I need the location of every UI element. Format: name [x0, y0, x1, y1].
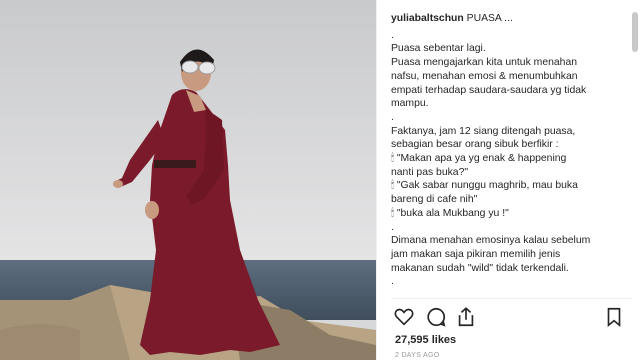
- caption-line: bareng di cafe nih": [391, 194, 478, 206]
- share-icon[interactable]: [455, 306, 477, 328]
- caption-line: Puasa mengajarkan kita untuk menahan: [391, 57, 577, 69]
- likes-count[interactable]: 27,595 likes: [395, 334, 456, 346]
- heart-icon[interactable]: [393, 306, 415, 328]
- comment-icon[interactable]: [425, 306, 447, 328]
- caption-title: PUASA ...: [466, 13, 513, 24]
- post-timestamp: 2 DAYS AGO: [395, 352, 440, 359]
- post-side-panel: yuliabaltschun PUASA ... . Puasa sebentar…: [376, 0, 640, 360]
- caption-line: 🕯 "buka ala Mukbang yu !": [391, 207, 509, 219]
- username-link[interactable]: yuliabaltschun: [391, 13, 464, 24]
- caption-body: . Puasa sebentar lagi. Puasa mengajarkan k…: [391, 29, 623, 289]
- caption-line: .: [391, 221, 394, 233]
- caption-line: sebagian besar orang sibuk berfikir :: [391, 139, 559, 151]
- caption-area: yuliabaltschun PUASA ... . Puasa sebentar…: [391, 12, 623, 298]
- caption-line: .: [391, 29, 394, 41]
- caption-line: nanti pas buka?": [391, 166, 469, 178]
- caption-line: empati terhadap saudara-saudara yg tidak: [391, 84, 587, 96]
- caption-line: .: [391, 276, 394, 288]
- divider: [391, 298, 632, 299]
- caption-scrollbar[interactable]: [632, 12, 638, 52]
- caption-header: yuliabaltschun PUASA ...: [391, 12, 623, 26]
- caption-line: Dimana menahan emosinya kalau sebelum: [391, 235, 591, 247]
- action-bar: [393, 306, 625, 328]
- caption-line: 🕯 "Gak sabar nunggu maghrib, mau buka: [391, 180, 578, 192]
- caption-line: makanan sudah "wild" tidak terkendali.: [391, 262, 569, 274]
- photo-illustration: [0, 0, 376, 360]
- bookmark-icon[interactable]: [603, 306, 625, 328]
- caption-line: nafsu, menahan emosi & menumbuhkan: [391, 70, 578, 82]
- caption-line: Puasa sebentar lagi.: [391, 43, 486, 55]
- caption-line: 🕯 "Makan apa ya yg enak & happening: [391, 153, 567, 165]
- post-photo[interactable]: [0, 0, 376, 360]
- caption-line: mampu.: [391, 98, 429, 110]
- caption-line: .: [391, 111, 394, 123]
- caption-line: jam makan saja pikiran memilih jenis: [391, 248, 561, 260]
- caption-line: Faktanya, jam 12 siang ditengah puasa,: [391, 125, 576, 137]
